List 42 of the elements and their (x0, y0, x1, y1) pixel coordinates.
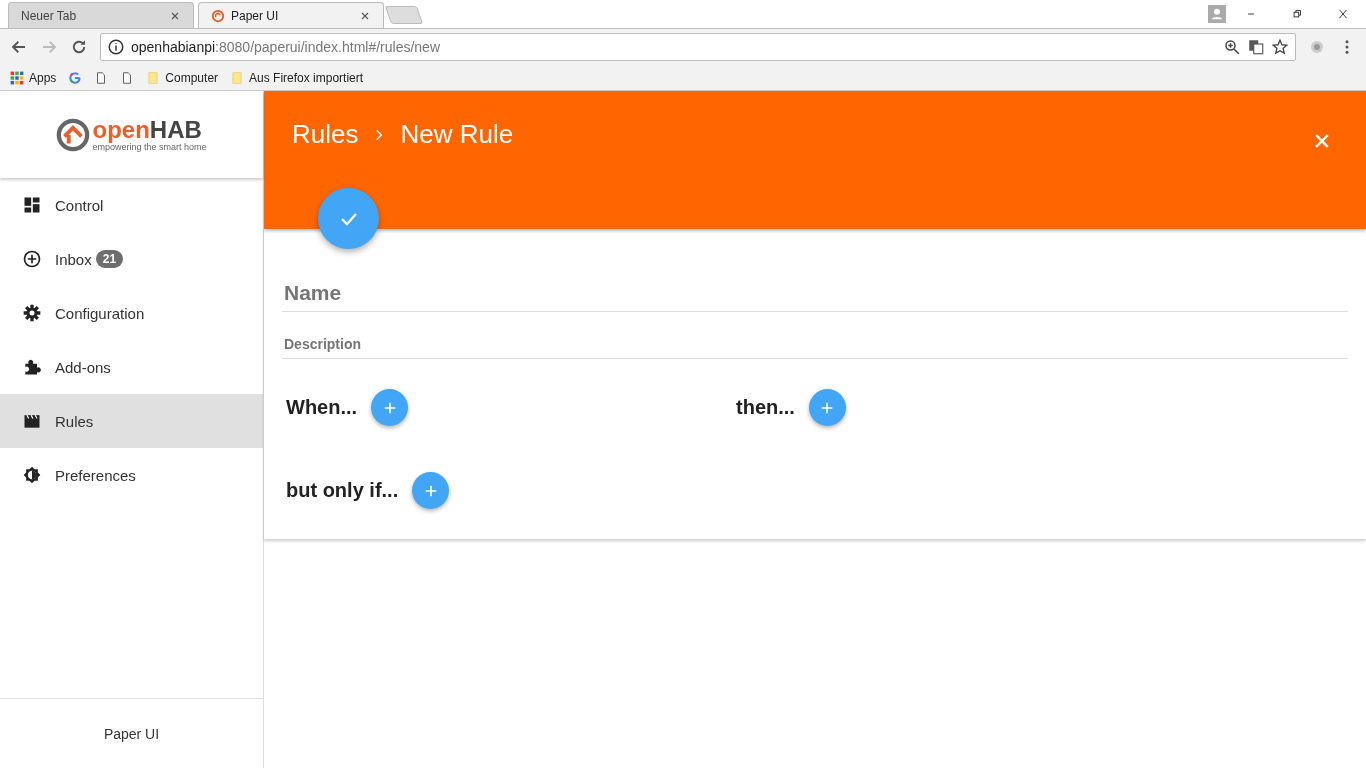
contrast-icon (22, 465, 42, 485)
nav-item[interactable]: Control (0, 178, 263, 232)
section-heading: When... (286, 396, 358, 419)
footer-text: Paper UI (103, 726, 160, 742)
apps-grid-icon (10, 70, 24, 85)
address-bar[interactable]: openhabianpi:8080/paperui/index.html#/rules/new (100, 33, 1296, 61)
translate-icon[interactable] (1247, 38, 1265, 56)
folder-icon (146, 70, 161, 85)
star-icon[interactable] (1271, 38, 1289, 56)
add-button[interactable] (371, 389, 409, 426)
nav-item[interactable]: Configuration (0, 286, 263, 340)
settings-icon (22, 303, 42, 323)
folder-icon (230, 70, 245, 85)
add-button[interactable] (808, 389, 846, 426)
puzzle-icon (22, 357, 42, 377)
nav-item[interactable]: Add-ons (0, 340, 263, 394)
save-button[interactable] (318, 188, 379, 249)
logo-wordmark: openHAB (92, 117, 203, 142)
count-badge: 21 (95, 250, 124, 268)
browser-tab[interactable]: Paper UI (198, 2, 384, 28)
nav-item[interactable]: Preferences (0, 448, 263, 502)
nav-item[interactable]: Inbox 21 (0, 232, 263, 286)
section-heading: then... (736, 396, 795, 419)
url-text: openhabianpi:8080/paperui/index.html#/rules/new (131, 39, 440, 55)
house-ring-logo-icon (56, 117, 91, 152)
nav-item[interactable]: Rules (0, 394, 263, 448)
bookmark-item[interactable]: Aus Firefox importiert (230, 70, 364, 85)
bookmark-item[interactable]: Apps (10, 70, 57, 85)
info-icon (107, 38, 125, 56)
bookmark-item[interactable]: Computer (146, 70, 219, 85)
description-field[interactable]: Description (282, 334, 1348, 359)
plus-circle-icon (22, 249, 42, 269)
dashboard-icon (22, 195, 42, 215)
section-heading: but only if... (286, 479, 399, 502)
browser-tab[interactable]: Neuer Tab (8, 2, 194, 28)
name-field[interactable]: Name (282, 279, 1348, 312)
page-title: New Rule (400, 119, 514, 150)
add-button[interactable] (412, 472, 450, 509)
site-logo-icon (211, 8, 225, 23)
new-tab-button[interactable] (384, 6, 424, 24)
zoom-icon[interactable] (1223, 38, 1241, 56)
g-logo-icon[interactable] (68, 70, 83, 85)
